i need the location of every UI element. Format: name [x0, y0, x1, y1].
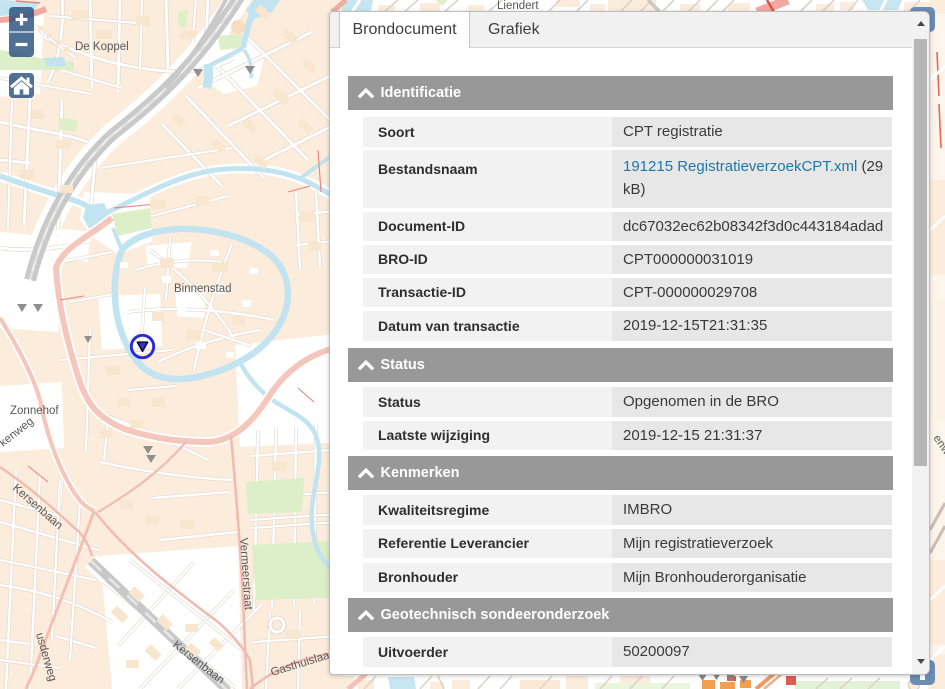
- svg-text:Binnenstad: Binnenstad: [174, 283, 232, 295]
- svg-text:Zonnehof: Zonnehof: [10, 405, 59, 417]
- svg-text:De Koppel: De Koppel: [75, 41, 129, 53]
